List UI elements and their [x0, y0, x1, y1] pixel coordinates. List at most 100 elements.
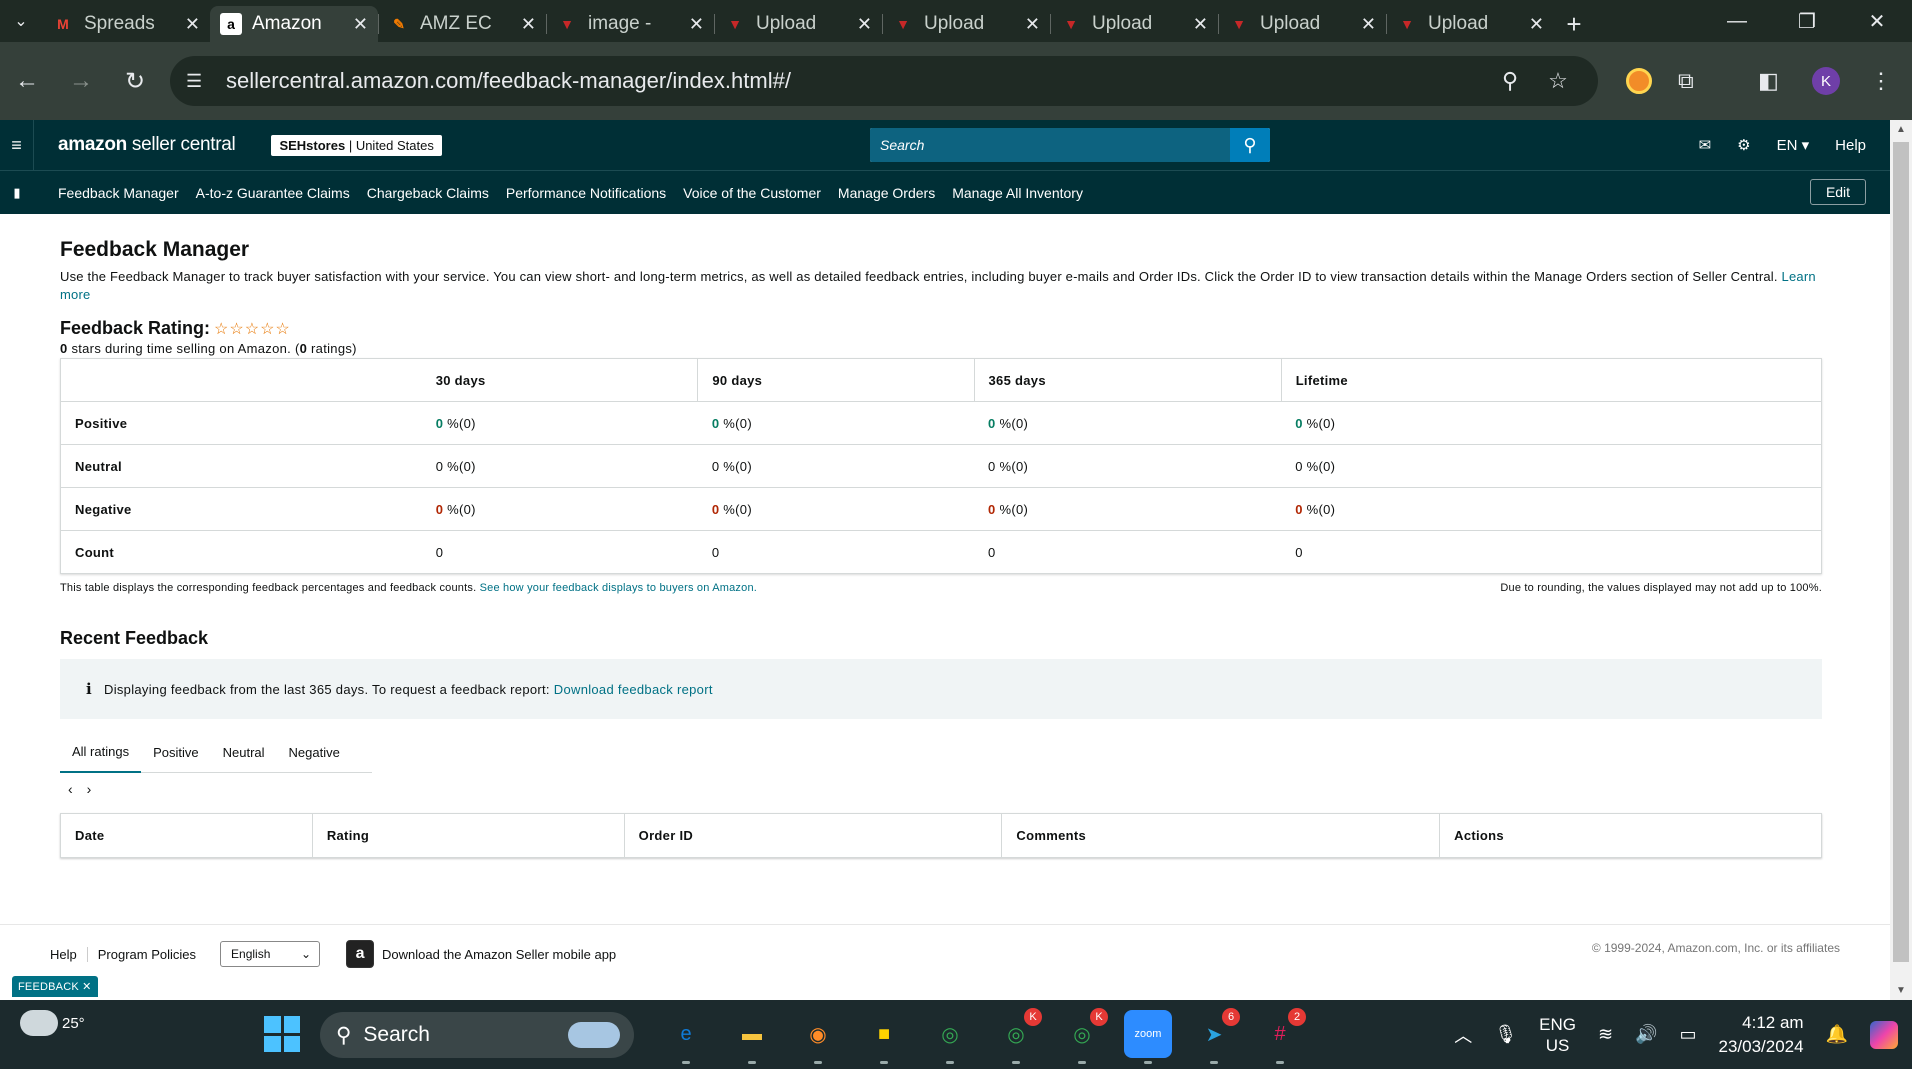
footer-help-link[interactable]: Help: [40, 947, 87, 962]
notification-bell-icon[interactable]: 🔔: [1826, 1024, 1848, 1045]
close-tab-icon[interactable]: ✕: [353, 14, 368, 35]
rating-tab[interactable]: Negative: [277, 733, 352, 773]
nav-link[interactable]: Performance Notifications: [506, 185, 666, 201]
footer-language-select[interactable]: English ⌄: [220, 941, 321, 967]
chevron-left-icon[interactable]: ‹: [68, 781, 73, 797]
scroll-up-icon[interactable]: ▲: [1890, 124, 1912, 135]
side-panel-icon[interactable]: ◧: [1758, 42, 1779, 120]
edge-icon[interactable]: e: [662, 1010, 710, 1064]
minimize-icon[interactable]: —: [1702, 0, 1772, 42]
chrome-menu-icon[interactable]: ⋮: [1870, 42, 1892, 120]
search-icon[interactable]: ⚲: [1230, 128, 1270, 162]
close-tab-icon[interactable]: ✕: [1025, 14, 1040, 35]
site-info-icon[interactable]: ☰: [186, 71, 226, 92]
brave-icon[interactable]: ◉: [794, 1010, 842, 1064]
nav-link[interactable]: Feedback Manager: [58, 185, 179, 201]
weather-widget[interactable]: 25°: [20, 1010, 85, 1036]
volume-icon[interactable]: 🔊: [1635, 1024, 1657, 1045]
sticky-notes-icon[interactable]: ■: [860, 1010, 908, 1064]
rating-tab[interactable]: Neutral: [211, 733, 277, 773]
chrome-profile-icon[interactable]: ◎ K: [992, 1008, 1042, 1064]
browser-tab[interactable]: ▼ Upload ✕: [714, 6, 882, 42]
store-selector[interactable]: SEHstores | United States: [271, 134, 442, 156]
extension-firefox-like-icon[interactable]: [1626, 42, 1652, 120]
help-link[interactable]: Help: [1835, 137, 1866, 154]
chrome-active-icon[interactable]: ◎ K: [1058, 1008, 1108, 1064]
zoom-magnifier-icon[interactable]: ⚲: [1486, 68, 1534, 94]
profile-avatar[interactable]: K: [1812, 42, 1840, 120]
nav-link[interactable]: A-to-z Guarantee Claims: [196, 185, 350, 201]
browser-tab[interactable]: M Spreads ✕: [42, 6, 210, 42]
browser-tab[interactable]: a Amazon ✕: [210, 6, 378, 42]
file-explorer-icon[interactable]: ▬: [728, 1010, 776, 1064]
close-tab-icon[interactable]: ✕: [857, 14, 872, 35]
tab-title: Upload: [1428, 13, 1489, 34]
nav-link[interactable]: Manage All Inventory: [952, 185, 1083, 201]
chevron-right-icon[interactable]: ›: [87, 781, 92, 797]
browser-tab[interactable]: ▼ Upload ✕: [882, 6, 1050, 42]
scrollbar-thumb[interactable]: [1893, 142, 1909, 962]
slack-icon[interactable]: #2: [1256, 1008, 1306, 1064]
program-policies-link[interactable]: Program Policies: [86, 946, 206, 962]
app-download-link[interactable]: a Download the Amazon Seller mobile app: [346, 940, 616, 968]
reload-icon[interactable]: ↻: [108, 67, 162, 96]
restore-icon[interactable]: ❐: [1772, 0, 1842, 42]
telegram-icon[interactable]: ➤ 6: [1190, 1008, 1240, 1064]
nav-link[interactable]: Manage Orders: [838, 185, 935, 201]
close-tab-icon[interactable]: ✕: [1529, 14, 1544, 35]
taskbar-search[interactable]: ⚲ Search: [320, 1012, 634, 1058]
column-header[interactable]: Rating: [311, 813, 625, 858]
column-header[interactable]: Date: [61, 814, 313, 858]
close-window-icon[interactable]: ✕: [1842, 0, 1912, 42]
rating-tab[interactable]: All ratings: [60, 733, 142, 773]
battery-icon[interactable]: ▭: [1679, 1024, 1696, 1045]
chevron-up-icon[interactable]: ︿: [1454, 1022, 1472, 1048]
seller-central-logo[interactable]: amazon seller central: [58, 134, 236, 156]
buyer-display-link[interactable]: See how your feedback displays to buyers…: [480, 582, 757, 594]
close-tab-icon[interactable]: ✕: [689, 14, 704, 35]
address-bar[interactable]: ☰ sellercentral.amazon.com/feedback-mana…: [170, 56, 1598, 106]
close-tab-icon[interactable]: ✕: [521, 14, 536, 35]
clock[interactable]: 4:12 am 23/03/2024: [1718, 1011, 1803, 1059]
back-arrow-icon[interactable]: ←: [0, 67, 54, 95]
windows-start-icon[interactable]: [264, 1016, 300, 1052]
close-tab-icon[interactable]: ✕: [1193, 14, 1208, 35]
browser-tab[interactable]: ✎ AMZ EC ✕: [378, 6, 546, 42]
copilot-icon[interactable]: [1870, 1020, 1898, 1049]
url-text[interactable]: sellercentral.amazon.com/feedback-manage…: [226, 68, 1486, 94]
new-tab-plus-icon[interactable]: +: [1554, 6, 1594, 42]
close-tab-icon[interactable]: ✕: [1361, 14, 1376, 35]
extensions-puzzle-icon[interactable]: ⧉: [1678, 42, 1694, 120]
forward-arrow-icon[interactable]: →: [54, 67, 108, 95]
edit-nav-button[interactable]: Edit: [1810, 179, 1866, 205]
microphone-icon[interactable]: 🎙: [1494, 1024, 1517, 1045]
page-scrollbar[interactable]: ▲ ▼: [1890, 120, 1912, 1000]
hamburger-menu-icon[interactable]: ≡: [0, 120, 34, 170]
wifi-icon[interactable]: ≋: [1598, 1024, 1613, 1045]
language-selector[interactable]: EN ▾: [1777, 136, 1810, 154]
rating-tab[interactable]: Positive: [141, 733, 211, 773]
column-header[interactable]: Actions: [1439, 813, 1822, 858]
download-report-link[interactable]: Download feedback report: [554, 682, 713, 697]
tab-search-chevron-icon[interactable]: ⌄: [0, 0, 42, 42]
app-glyph: ◎: [1073, 1023, 1091, 1046]
column-header[interactable]: Comments: [1001, 813, 1440, 858]
bookmark-icon[interactable]: ▮: [0, 185, 34, 201]
close-tab-icon[interactable]: ✕: [185, 14, 200, 35]
input-language[interactable]: ENG US: [1539, 1014, 1576, 1056]
column-header[interactable]: Order ID: [623, 813, 1002, 858]
nav-link[interactable]: Voice of the Customer: [683, 185, 821, 201]
scroll-down-icon[interactable]: ▼: [1890, 985, 1912, 996]
feedback-badge[interactable]: FEEDBACK ✕: [12, 976, 98, 997]
bookmark-star-icon[interactable]: ☆: [1534, 68, 1582, 94]
zoom-icon[interactable]: zoom: [1124, 1010, 1172, 1064]
browser-tab[interactable]: ▼ image - ✕: [546, 6, 714, 42]
browser-tab[interactable]: ▼ Upload ✕: [1050, 6, 1218, 42]
seller-search-input[interactable]: [870, 128, 1230, 162]
browser-tab[interactable]: ▼ Upload ✕: [1386, 6, 1554, 42]
mail-icon[interactable]: ✉: [1699, 136, 1712, 154]
chrome-icon[interactable]: ◎: [926, 1010, 974, 1064]
gear-icon[interactable]: ⚙: [1737, 136, 1750, 154]
nav-link[interactable]: Chargeback Claims: [367, 185, 489, 201]
browser-tab[interactable]: ▼ Upload ✕: [1218, 6, 1386, 42]
